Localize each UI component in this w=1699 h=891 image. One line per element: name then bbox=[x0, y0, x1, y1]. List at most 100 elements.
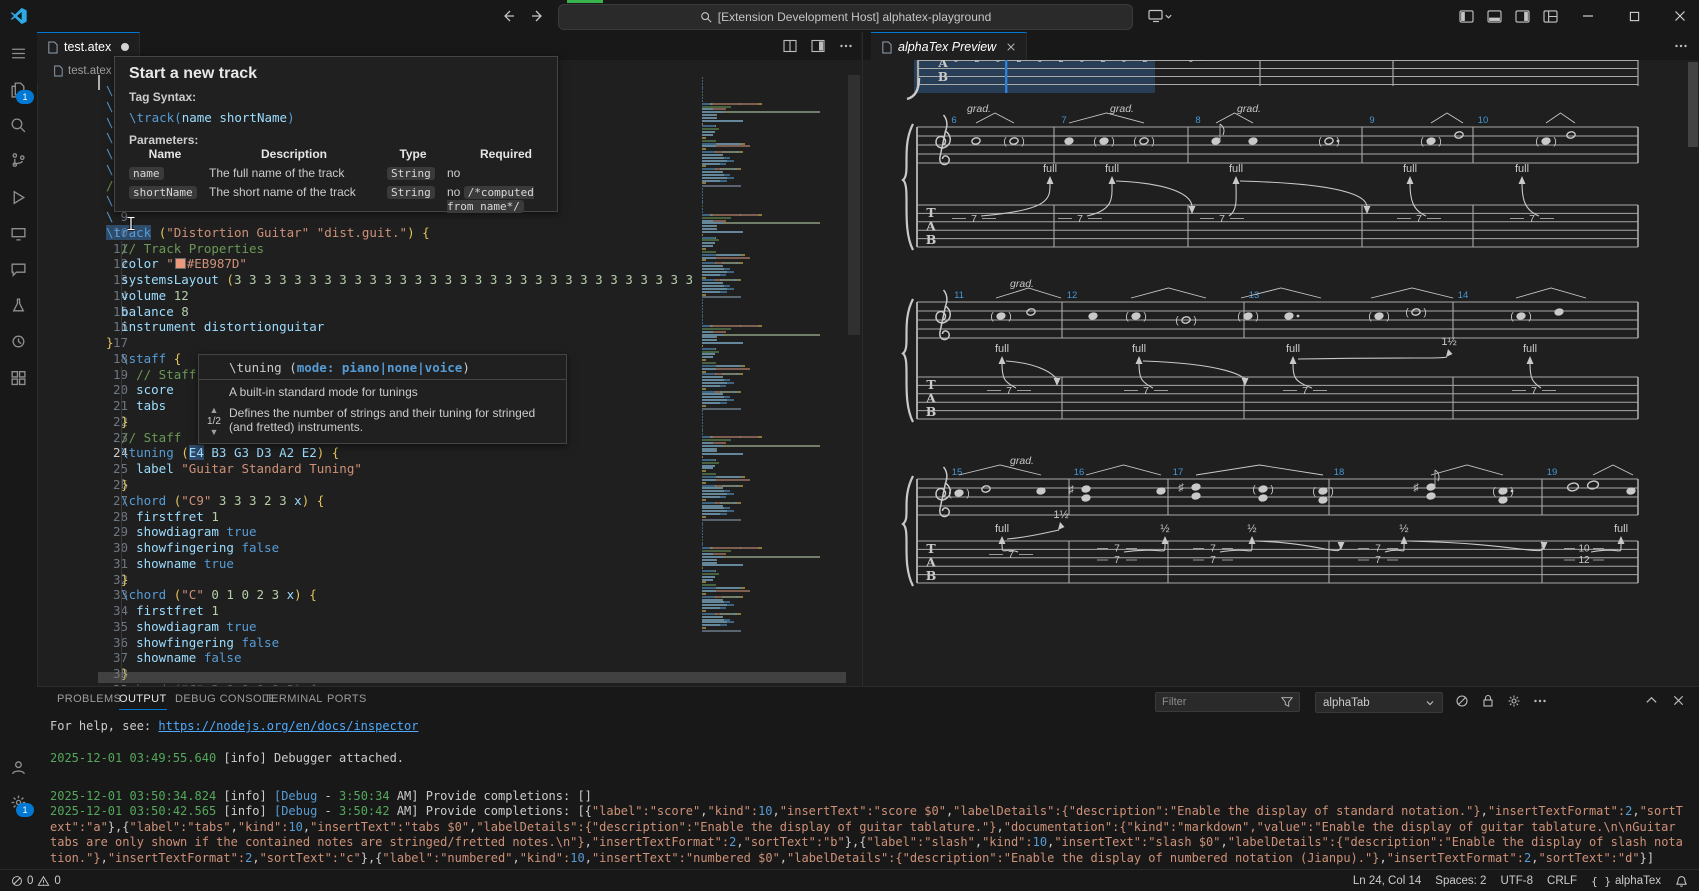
minimap-line bbox=[702, 302, 703, 304]
minimap-line bbox=[702, 353, 715, 355]
minimap-line bbox=[702, 131, 715, 133]
minimap-line bbox=[702, 222, 820, 224]
minimap-line bbox=[702, 371, 706, 373]
code-line: score bbox=[106, 382, 174, 398]
minimap-line bbox=[702, 100, 703, 102]
bend-label: full bbox=[1229, 163, 1243, 175]
status-encoding[interactable]: UTF-8 bbox=[1493, 870, 1540, 891]
toggle-primary-sidebar-icon[interactable] bbox=[1452, 4, 1480, 28]
minimap-line bbox=[702, 604, 734, 606]
modified-dot-icon[interactable] bbox=[121, 43, 129, 51]
minimap-line bbox=[702, 180, 727, 182]
minimap-line bbox=[702, 356, 713, 358]
activity-item-extensions[interactable] bbox=[0, 360, 37, 394]
activity-item-chat[interactable] bbox=[0, 252, 37, 286]
more-actions-icon[interactable] bbox=[839, 39, 853, 53]
tab-alphatex-preview[interactable]: alphaTex Preview bbox=[871, 32, 1027, 61]
split-editor-icon[interactable] bbox=[783, 39, 797, 53]
fret-number: 9 bbox=[1121, 60, 1126, 64]
activity-item-testing[interactable] bbox=[0, 288, 37, 322]
minimap-line bbox=[702, 188, 703, 190]
code-line: \chord ("C" 0 1 0 2 3 x) { bbox=[106, 587, 317, 603]
sharp-sign: ♯ bbox=[1178, 482, 1184, 494]
close-window-button[interactable] bbox=[1660, 4, 1699, 28]
bar-number: 15 bbox=[952, 467, 963, 478]
activity-item-explorer[interactable]: 1 bbox=[0, 72, 37, 106]
editor-vertical-scrollbar[interactable] bbox=[848, 75, 860, 335]
paren: ) bbox=[1021, 137, 1024, 148]
minimap-line bbox=[702, 388, 706, 390]
activity-item-account[interactable] bbox=[0, 750, 37, 784]
notifications-bell[interactable] bbox=[1668, 870, 1695, 891]
activity-item-settings-gear[interactable]: 1 bbox=[0, 785, 37, 819]
status-eol[interactable]: CRLF bbox=[1540, 870, 1584, 891]
minimap-line bbox=[702, 91, 703, 93]
nav-back-button[interactable] bbox=[494, 4, 522, 28]
fret-number: 9 bbox=[1037, 60, 1042, 64]
minimap-line bbox=[702, 593, 706, 595]
tab-letter: A bbox=[937, 60, 948, 70]
tab-letter: B bbox=[926, 232, 937, 247]
activity-item-search[interactable] bbox=[0, 108, 37, 142]
toggle-secondary-sidebar-icon[interactable] bbox=[1508, 4, 1536, 28]
alphatab-music-preview[interactable]: AB92929292929678910grad.grad.grad.TAB()(… bbox=[862, 60, 1699, 686]
toggle-panel-icon[interactable] bbox=[1480, 4, 1508, 28]
bar-number: 8 bbox=[1195, 115, 1200, 126]
fret-number: 7 bbox=[1210, 555, 1216, 566]
status-ln-col[interactable]: Ln 24, Col 14 bbox=[1346, 870, 1428, 891]
minimap-line bbox=[702, 339, 717, 341]
editor-horizontal-scrollbar[interactable] bbox=[98, 672, 846, 683]
activity-item-remote-explorer[interactable] bbox=[0, 216, 37, 250]
log-link[interactable]: https://nodejs.org/en/docs/inspector bbox=[158, 719, 418, 733]
maximize-button[interactable] bbox=[1614, 4, 1654, 28]
preview-scrollbar[interactable] bbox=[1688, 62, 1698, 147]
code-line: showfingering false bbox=[106, 635, 279, 651]
output-log[interactable]: For help, see: https://nodejs.org/en/doc… bbox=[50, 691, 1690, 869]
minimap-line bbox=[702, 191, 703, 193]
problems-status[interactable]: 0 0 bbox=[4, 870, 68, 891]
activity-bar: 11 bbox=[0, 32, 38, 870]
minimap-line bbox=[702, 553, 726, 555]
screencast-icon[interactable] bbox=[1140, 4, 1180, 28]
vscode-window: [Extension Development Host] alphatex-pl… bbox=[0, 0, 1699, 891]
activity-item-source-control[interactable] bbox=[0, 144, 37, 178]
code-line: // Staff bbox=[106, 430, 181, 446]
minimap-line bbox=[702, 334, 820, 336]
customize-layout-icon[interactable] bbox=[1536, 4, 1564, 28]
minimap-line bbox=[702, 242, 715, 244]
chevron-up-icon[interactable]: ▲ bbox=[203, 406, 225, 415]
more-actions-icon[interactable] bbox=[1674, 39, 1688, 53]
minimap-line bbox=[702, 365, 745, 367]
bell-icon bbox=[1675, 875, 1688, 888]
minimap-line bbox=[702, 607, 726, 609]
minimap-line bbox=[702, 416, 703, 418]
minimap-line bbox=[702, 505, 723, 507]
minimap-line bbox=[702, 86, 703, 88]
command-center-text: [Extension Development Host] alphatex-pl… bbox=[718, 10, 992, 24]
dot bbox=[1511, 490, 1514, 493]
minimize-button[interactable] bbox=[1568, 4, 1608, 28]
minimap-line bbox=[702, 450, 717, 452]
toggle-layout-icon[interactable] bbox=[811, 39, 825, 53]
fret-number: 7 bbox=[971, 213, 977, 225]
minimap-line bbox=[702, 125, 716, 127]
minimap-line bbox=[702, 291, 727, 293]
param-required-cell: no bbox=[447, 166, 565, 180]
close-icon[interactable] bbox=[1006, 42, 1016, 52]
status-language[interactable]: { } alphaTex bbox=[1584, 870, 1668, 891]
minimap-line bbox=[702, 442, 726, 444]
activity-item-menu[interactable] bbox=[0, 36, 37, 70]
minimap[interactable] bbox=[700, 75, 846, 635]
activity-item-timeline[interactable] bbox=[0, 324, 37, 358]
minimap-line bbox=[702, 228, 717, 230]
chevron-down-icon[interactable]: ▼ bbox=[203, 428, 225, 437]
code-line: showdiagram true bbox=[106, 619, 257, 635]
fret-number: 2 bbox=[1058, 60, 1063, 64]
activity-item-run-debug[interactable] bbox=[0, 180, 37, 214]
command-center-search[interactable]: [Extension Development Host] alphatex-pl… bbox=[558, 4, 1133, 30]
minimap-line bbox=[702, 305, 703, 307]
minimap-line bbox=[702, 205, 703, 207]
status-indent[interactable]: Spaces: 2 bbox=[1428, 870, 1493, 891]
nav-forward-button[interactable] bbox=[524, 4, 552, 28]
title-bar: [Extension Development Host] alphatex-pl… bbox=[0, 0, 1699, 33]
